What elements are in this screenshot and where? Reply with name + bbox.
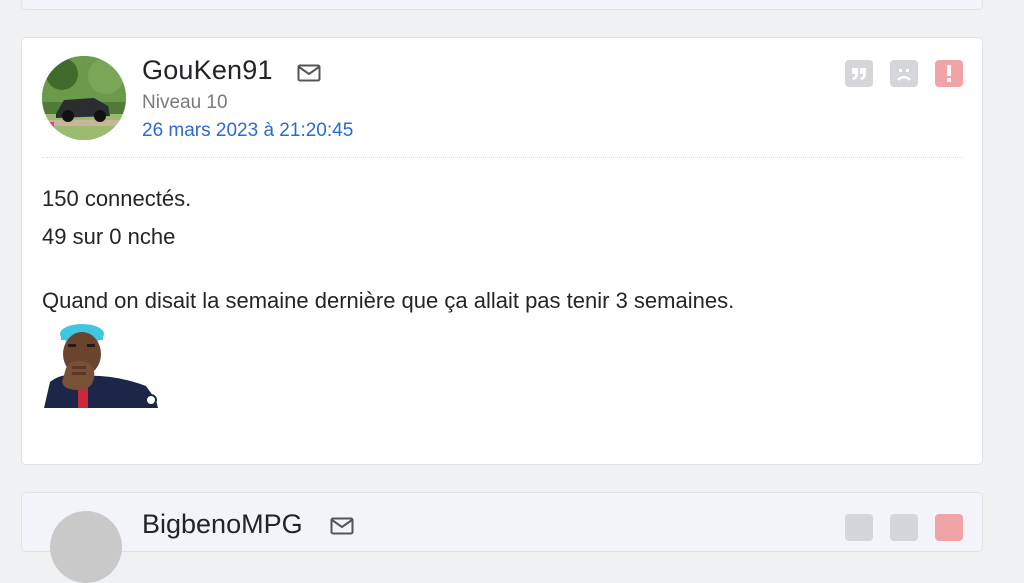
report-button[interactable] bbox=[935, 60, 963, 87]
mail-icon[interactable] bbox=[297, 64, 321, 82]
next-post-card: BigbenoMPG bbox=[21, 492, 983, 583]
report-button[interactable] bbox=[935, 514, 963, 541]
mp-button[interactable] bbox=[890, 60, 918, 87]
post-author-name[interactable]: BigbenoMPG bbox=[142, 509, 303, 540]
post-text-line: 150 connectés. bbox=[42, 186, 192, 211]
exclamation-icon bbox=[947, 65, 951, 82]
avatar[interactable] bbox=[50, 511, 122, 583]
quote-button[interactable] bbox=[845, 514, 873, 541]
post-author-name[interactable]: GouKen91 bbox=[142, 55, 273, 86]
mp-button[interactable] bbox=[890, 514, 918, 541]
post-date-link[interactable]: 26 mars 2023 à 21:20:45 bbox=[142, 120, 353, 142]
previous-post-card bbox=[21, 0, 983, 10]
avatar[interactable] bbox=[42, 56, 126, 140]
sad-face-icon bbox=[897, 69, 911, 81]
sticker-image[interactable] bbox=[42, 320, 160, 408]
quote-icon bbox=[852, 68, 866, 80]
quote-button[interactable] bbox=[845, 60, 873, 87]
header-divider bbox=[42, 157, 962, 158]
post-text-line: 49 sur 0 nche bbox=[42, 224, 176, 249]
post-content: 150 connectés. 49 sur 0 nche Quand on di… bbox=[42, 180, 734, 320]
mail-icon[interactable] bbox=[330, 517, 354, 535]
forum-post-card: GouKen91 Niveau 10 26 mars 2023 à 21:20:… bbox=[21, 37, 983, 465]
user-level: Niveau 10 bbox=[142, 92, 228, 113]
post-text-line: Quand on disait la semaine dernière que … bbox=[42, 288, 735, 313]
